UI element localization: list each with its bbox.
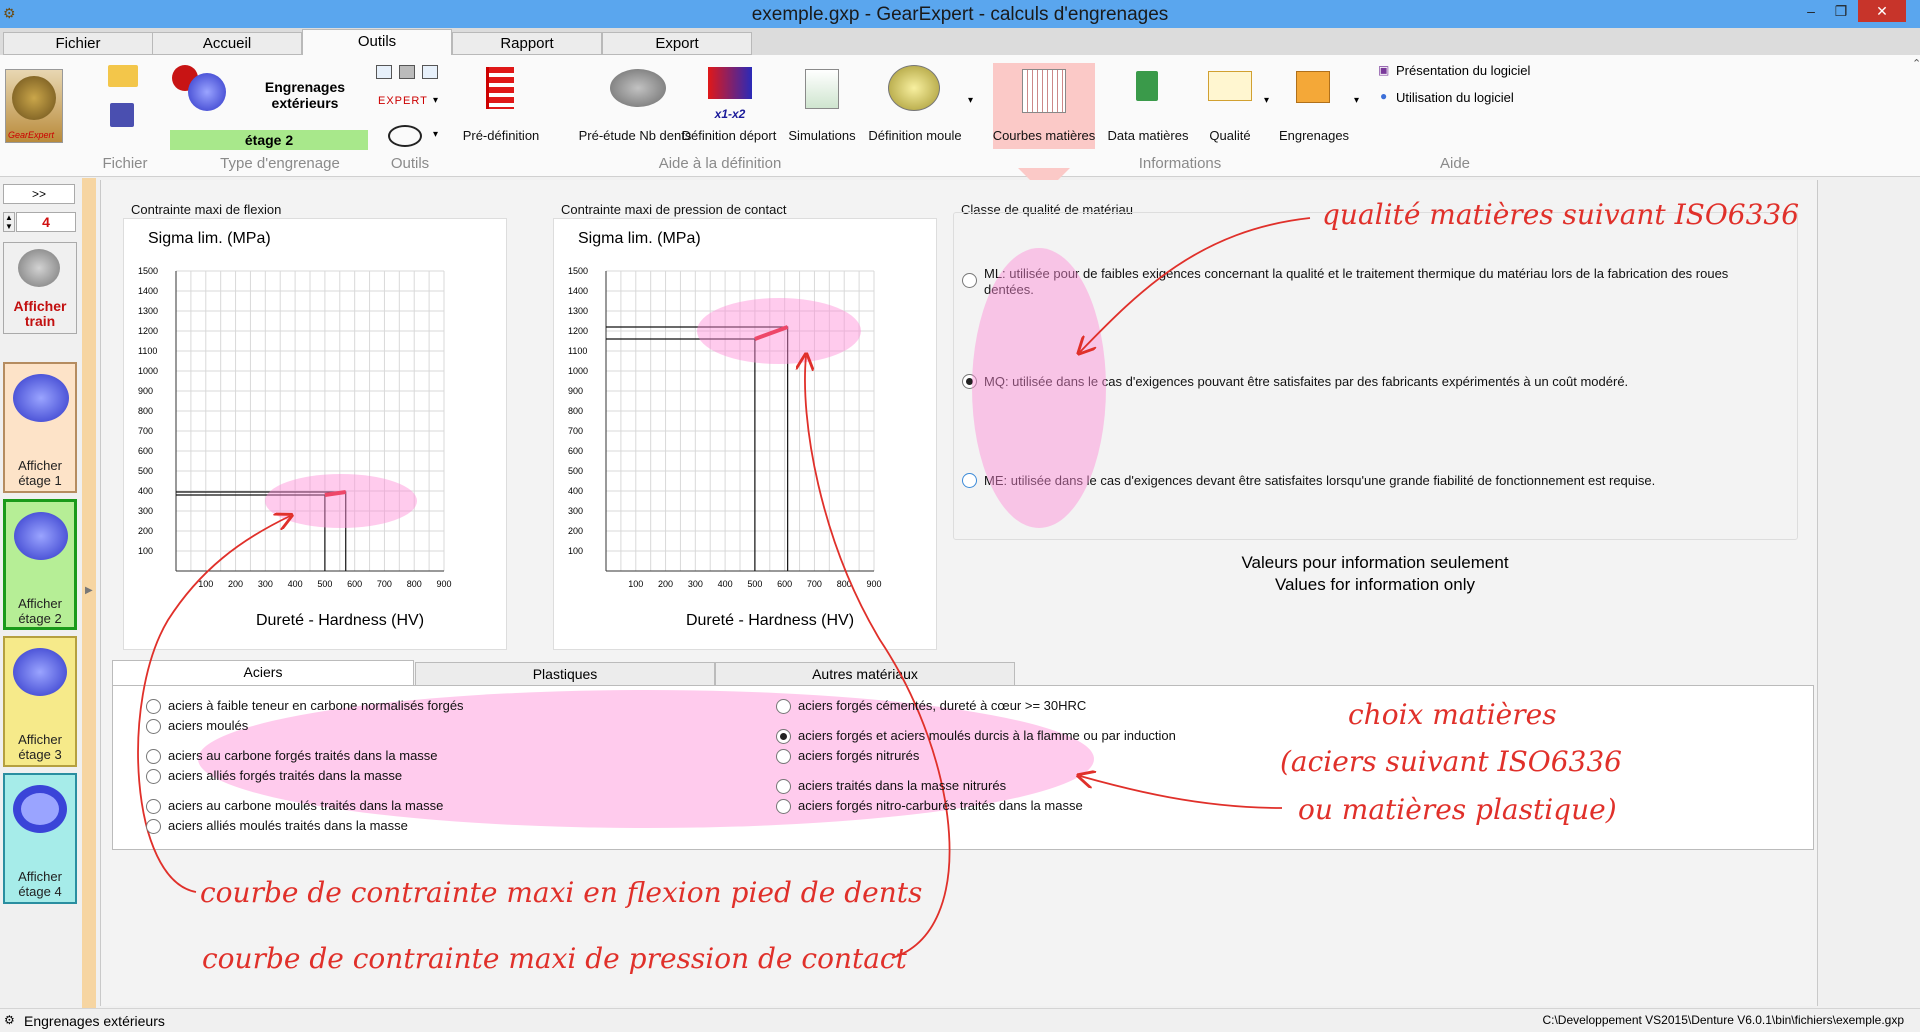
arrow-materiaux: [1080, 776, 1283, 809]
right-label-3: aciers forgés nitrurés: [798, 748, 920, 763]
status-bar: ⚙ Engrenages extérieurs C:\Developpement…: [0, 1008, 1920, 1032]
left-label-5: aciers au carbone moulés traités dans la…: [168, 798, 444, 813]
right-radio-2[interactable]: [776, 729, 791, 744]
arrow-qualite: [1080, 217, 1311, 352]
right-radio-1[interactable]: [776, 699, 791, 714]
annotation-arrows: [137, 217, 1311, 959]
right-label-2: aciers forgés et aciers moulés durcis à …: [798, 728, 1176, 743]
left-label-4: aciers alliés forgés traités dans la mas…: [168, 768, 403, 783]
left-radio-5[interactable]: [146, 799, 161, 814]
left-label-1: aciers à faible teneur en carbone normal…: [168, 698, 464, 713]
left-label-2: aciers moulés: [168, 718, 249, 733]
left-radio-3[interactable]: [146, 749, 161, 764]
right-radio-5[interactable]: [776, 799, 791, 814]
left-radio-2[interactable]: [146, 719, 161, 734]
right-radio-4[interactable]: [776, 779, 791, 794]
left-radio-1[interactable]: [146, 699, 161, 714]
status-left: Engrenages extérieurs: [24, 1013, 165, 1029]
left-label-6: aciers alliés moulés traités dans la mas…: [168, 818, 408, 833]
status-gear-icon: ⚙: [4, 1013, 15, 1027]
status-path: C:\Developpement VS2015\Denture V6.0.1\b…: [1542, 1013, 1904, 1027]
right-label-1: aciers forgés cémentés, dureté à cœur >=…: [798, 698, 1087, 713]
arrow-contact: [805, 356, 951, 959]
left-radio-4[interactable]: [146, 769, 161, 784]
right-label-4: aciers traités dans la masse nitrurés: [798, 778, 1007, 793]
right-label-5: aciers forgés nitro-carburés traités dan…: [798, 798, 1083, 813]
app-window: ⚙ exemple.gxp - GearExpert - calculs d'e…: [0, 0, 1920, 1032]
right-radio-3[interactable]: [776, 749, 791, 764]
left-radio-6[interactable]: [146, 819, 161, 834]
left-label-3: aciers au carbone forgés traités dans la…: [168, 748, 438, 763]
